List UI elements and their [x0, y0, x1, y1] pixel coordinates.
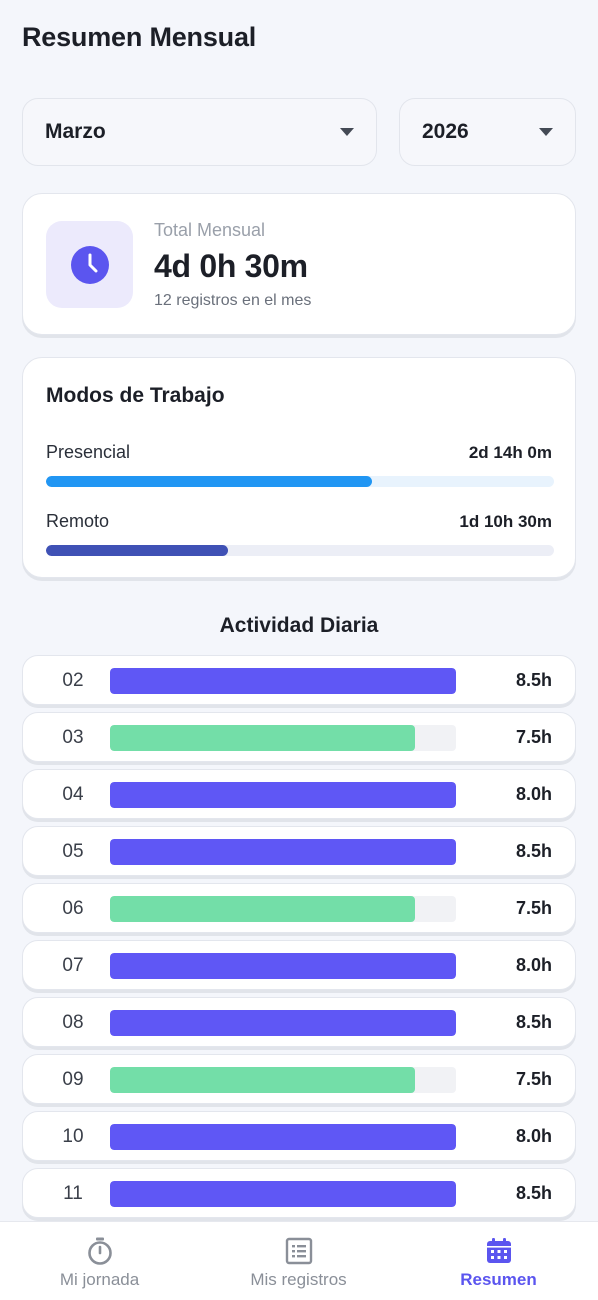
day-hours: 8.5h [515, 1183, 552, 1203]
work-modes-card: Modos de Trabajo Presencial 2d 14h 0m Re… [22, 357, 576, 578]
mode-bar-fill-presencial [46, 476, 373, 487]
day-hours: 7.5h [515, 898, 552, 918]
daily-activity-title: Actividad Diaria [219, 614, 379, 637]
month-select[interactable]: Marzo [22, 98, 377, 166]
day-number: 09 [62, 1069, 84, 1090]
day-row[interactable]: 05 8.5h [22, 826, 576, 876]
day-bar-fill [110, 725, 416, 751]
day-row[interactable]: 04 8.0h [22, 769, 576, 819]
day-bar-fill [110, 1181, 456, 1207]
month-select-value: Marzo [45, 120, 106, 143]
day-bar-fill [110, 1067, 416, 1093]
day-number: 07 [62, 955, 84, 976]
clock-icon-container [46, 221, 133, 308]
day-hours: 8.5h [515, 841, 552, 861]
day-bar-fill [110, 896, 416, 922]
day-number: 10 [62, 1126, 84, 1147]
year-select-value: 2026 [422, 120, 469, 143]
clock-icon [70, 245, 109, 284]
mode-label-presencial: Presencial [46, 442, 131, 462]
chevron-down-icon [340, 128, 354, 136]
year-select[interactable]: 2026 [399, 98, 576, 166]
day-number: 02 [62, 670, 84, 691]
day-row[interactable]: 02 8.5h [22, 655, 576, 705]
nav-label-mi-jornada: Mi jornada [59, 1270, 140, 1289]
bottom-navigation: Mi jornada Mis registros Resumen [0, 1221, 598, 1300]
day-bar-fill [110, 782, 456, 808]
day-bar-fill [110, 668, 456, 694]
nav-item-mis-registros[interactable]: Mis registros [199, 1222, 398, 1300]
mode-value-remoto: 1d 10h 30m [459, 512, 552, 531]
monthly-total-card: Total Mensual 4d 0h 30m 12 registros en … [22, 193, 576, 335]
total-value: 4d 0h 30m [154, 248, 308, 284]
day-number: 05 [62, 841, 84, 862]
day-bar-track [110, 1010, 456, 1036]
day-hours: 8.0h [515, 784, 552, 804]
day-bar-track [110, 839, 456, 865]
day-row[interactable]: 08 8.5h [22, 997, 576, 1047]
day-number: 08 [62, 1012, 84, 1033]
total-label: Total Mensual [154, 220, 266, 240]
nav-item-mi-jornada[interactable]: Mi jornada [0, 1222, 199, 1300]
day-bar-fill [110, 1124, 456, 1150]
day-number: 11 [63, 1183, 83, 1204]
day-number: 03 [62, 727, 84, 748]
day-row[interactable]: 11 8.5h [22, 1168, 576, 1218]
page-title: Resumen Mensual [22, 22, 257, 52]
day-hours: 7.5h [515, 1069, 552, 1089]
day-hours: 8.5h [515, 670, 552, 690]
work-modes-title: Modos de Trabajo [46, 384, 225, 407]
mode-bar-remoto [46, 545, 554, 556]
day-bar-fill [110, 953, 456, 979]
day-bar-track [110, 1067, 456, 1093]
mode-label-remoto: Remoto [46, 511, 110, 531]
day-row[interactable]: 03 7.5h [22, 712, 576, 762]
mode-bar-fill-remoto [46, 545, 228, 556]
day-bar-track [110, 1181, 456, 1207]
day-number: 06 [62, 898, 84, 919]
nav-item-resumen[interactable]: Resumen [399, 1222, 598, 1300]
day-row[interactable]: 06 7.5h [22, 883, 576, 933]
day-hours: 8.0h [515, 955, 552, 975]
day-bar-track [110, 953, 456, 979]
chevron-down-icon [539, 128, 553, 136]
list-icon [285, 1237, 312, 1265]
day-bar-fill [110, 1010, 456, 1036]
day-bar-track [110, 896, 456, 922]
day-bar-track [110, 668, 456, 694]
monthly-summary-screen: Resumen Mensual Marzo 2026 Total Mensual… [0, 0, 598, 1300]
mode-value-presencial: 2d 14h 0m [468, 443, 552, 462]
day-row[interactable]: 10 8.0h [22, 1111, 576, 1161]
day-row[interactable]: 09 7.5h [22, 1054, 576, 1104]
day-bar-track [110, 725, 456, 751]
day-row[interactable]: 07 8.0h [22, 940, 576, 990]
day-hours: 8.0h [515, 1126, 552, 1146]
mode-bar-presencial [46, 476, 554, 487]
day-hours: 7.5h [515, 727, 552, 747]
day-bar-track [110, 782, 456, 808]
day-bar-track [110, 1124, 456, 1150]
day-hours: 8.5h [515, 1012, 552, 1032]
calendar-icon [486, 1238, 511, 1263]
nav-label-resumen: Resumen [460, 1270, 537, 1289]
total-records-count: 12 registros en el mes [154, 292, 312, 309]
day-number: 04 [62, 784, 84, 805]
nav-label-mis-registros: Mis registros [250, 1270, 347, 1289]
stopwatch-icon [87, 1237, 112, 1265]
day-bar-fill [110, 839, 456, 865]
